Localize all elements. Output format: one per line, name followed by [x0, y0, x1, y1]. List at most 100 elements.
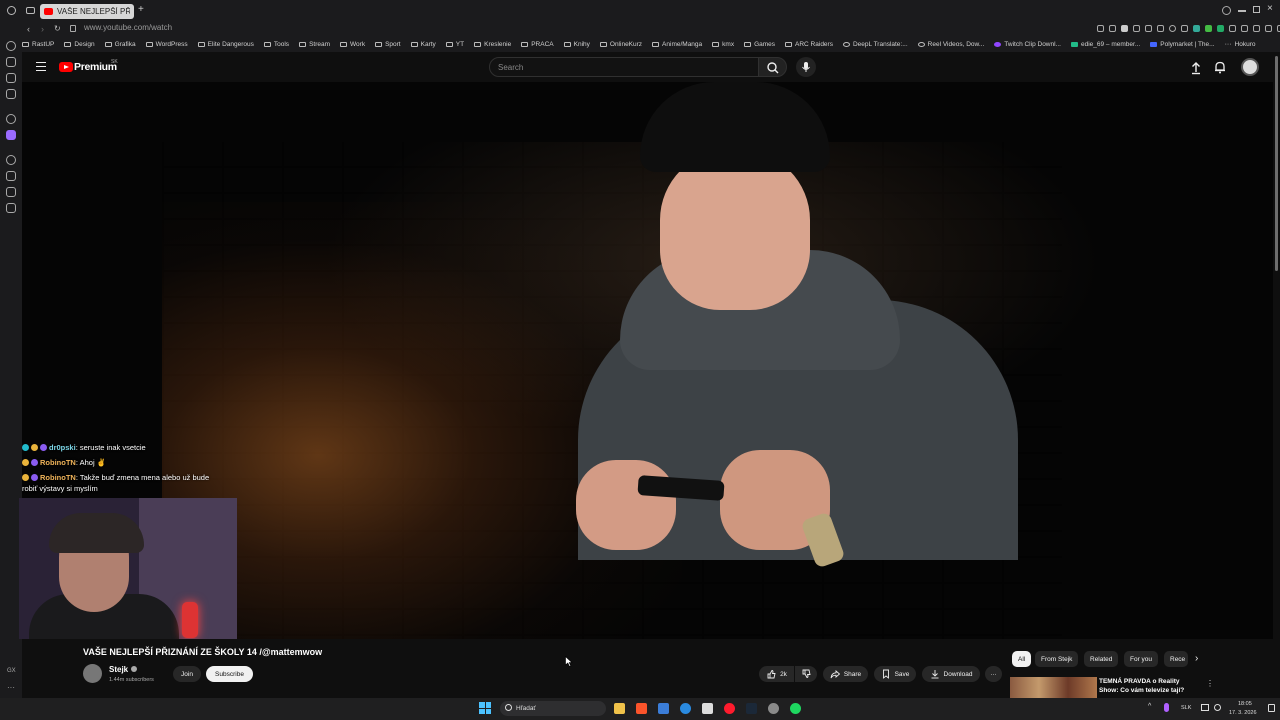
- clock-time[interactable]: 18:05: [1238, 701, 1252, 707]
- app-icon[interactable]: [680, 703, 691, 714]
- like-button[interactable]: 2k: [759, 666, 794, 682]
- site-info-icon[interactable]: [70, 25, 76, 32]
- sidebar-gx-icon[interactable]: GX: [7, 668, 16, 674]
- bookmark-item[interactable]: PRACA: [521, 41, 554, 48]
- brave-browser-icon[interactable]: [636, 703, 647, 714]
- downloads-icon[interactable]: [1265, 25, 1272, 32]
- chip-recent[interactable]: Rece: [1164, 651, 1188, 667]
- play-icon[interactable]: [1157, 25, 1164, 32]
- share-button[interactable]: Share: [823, 666, 868, 682]
- chip-all[interactable]: All: [1012, 651, 1032, 667]
- menu-icon[interactable]: [36, 62, 46, 71]
- extension-icon[interactable]: [1205, 25, 1212, 32]
- app-icon[interactable]: [658, 703, 669, 714]
- extension-icon[interactable]: [1145, 25, 1152, 32]
- bookmark-item[interactable]: Grafika: [104, 41, 136, 48]
- tray-overflow-icon[interactable]: ^: [1148, 703, 1151, 710]
- calendar-icon[interactable]: [702, 703, 713, 714]
- sidebar-app-icon[interactable]: [6, 73, 16, 83]
- opera-gx-icon[interactable]: [724, 703, 735, 714]
- spotify-icon[interactable]: [790, 703, 801, 714]
- bookmark-item[interactable]: Work: [340, 41, 365, 48]
- chip-related[interactable]: Related: [1084, 651, 1119, 667]
- save-button[interactable]: Save: [874, 666, 916, 682]
- heart-icon[interactable]: [1169, 25, 1176, 32]
- extension-icon[interactable]: [1229, 25, 1236, 32]
- tab-youtube[interactable]: VAŠE NEJLEPŠÍ PŘIZNÁNÍ: [40, 4, 134, 19]
- reload-icon[interactable]: ↻: [54, 24, 61, 33]
- volume-icon[interactable]: [1214, 704, 1221, 711]
- subscribe-button[interactable]: Subscribe: [206, 666, 253, 682]
- bookmark-item[interactable]: Tools: [263, 41, 289, 48]
- bookmark-item[interactable]: Knihy: [563, 41, 590, 48]
- bookmark-item[interactable]: WordPress: [145, 41, 188, 48]
- search-button[interactable]: [758, 57, 787, 77]
- extension-icon[interactable]: [1097, 25, 1104, 32]
- bookmark-item[interactable]: ··· Hokuro: [1225, 41, 1256, 48]
- maximize-icon[interactable]: [1253, 6, 1260, 13]
- bookmark-item[interactable]: RastUP: [22, 41, 54, 48]
- channel-avatar[interactable]: [83, 664, 102, 683]
- extension-icon[interactable]: [1181, 25, 1188, 32]
- sidebar-home-icon[interactable]: [6, 41, 16, 51]
- file-explorer-icon[interactable]: [614, 703, 625, 714]
- bookmark-item[interactable]: ARC Raiders: [785, 41, 833, 48]
- sidebar-app-icon[interactable]: [6, 57, 16, 67]
- sidebar-app-icon[interactable]: [6, 203, 16, 213]
- close-icon[interactable]: ×: [1267, 3, 1273, 14]
- tray-mic-icon[interactable]: [1164, 703, 1169, 712]
- more-actions-button[interactable]: ···: [985, 666, 1002, 682]
- download-button[interactable]: Download: [922, 666, 980, 682]
- bookmark-item[interactable]: Kreslenie: [474, 41, 511, 48]
- language-indicator[interactable]: SLK: [1181, 705, 1191, 711]
- back-icon[interactable]: ‹: [27, 24, 30, 34]
- chevron-right-icon[interactable]: ›: [1195, 653, 1198, 664]
- bookmark-item[interactable]: DeepL Translate:...: [842, 41, 908, 48]
- bookmark-item[interactable]: kmx: [712, 41, 734, 48]
- create-button[interactable]: [1189, 61, 1203, 75]
- chip-for-you[interactable]: For you: [1124, 651, 1159, 667]
- sidebar-app-icon[interactable]: [6, 171, 16, 181]
- tab-menu-icon[interactable]: [26, 7, 35, 14]
- extension-icon[interactable]: [1217, 25, 1224, 32]
- sidebar-app-icon[interactable]: [6, 89, 16, 99]
- sidebar-more-icon[interactable]: ···: [7, 683, 15, 692]
- scrollbar-thumb[interactable]: [1275, 56, 1278, 271]
- bookmark-item[interactable]: Sport: [375, 41, 401, 48]
- bookmark-item[interactable]: Elite Dangerous: [197, 41, 254, 48]
- url-field[interactable]: www.youtube.com/watch: [84, 23, 172, 32]
- forward-icon[interactable]: ›: [41, 24, 44, 34]
- new-tab-button[interactable]: +: [138, 4, 144, 15]
- bookmark-item[interactable]: edie_69 – member...: [1070, 41, 1140, 48]
- translate-icon[interactable]: [1133, 25, 1140, 32]
- bookmark-item[interactable]: Anime/Manga: [652, 41, 702, 48]
- minimize-icon[interactable]: [1238, 10, 1246, 12]
- extension-icon[interactable]: [1193, 25, 1200, 32]
- suggested-video-title[interactable]: TEMNÁ PRAVDA o Reality Show: Co vám tele…: [1099, 677, 1199, 695]
- join-button[interactable]: Join: [173, 666, 201, 682]
- bookmark-item[interactable]: Polymarket | The...: [1150, 41, 1215, 48]
- browser-logo-icon[interactable]: [7, 6, 16, 15]
- notifications-button[interactable]: [1213, 60, 1227, 74]
- bookmark-item[interactable]: OnlineKurz: [599, 41, 642, 48]
- windows-start-icon[interactable]: [479, 702, 491, 714]
- extension-icon[interactable]: [1253, 25, 1260, 32]
- bookmark-item[interactable]: Stream: [299, 41, 330, 48]
- kebab-menu-icon[interactable]: ⋮: [1206, 679, 1214, 688]
- bookmark-item[interactable]: Games: [744, 41, 775, 48]
- youtube-logo-icon[interactable]: [59, 62, 73, 72]
- shield-icon[interactable]: [1121, 25, 1128, 32]
- search-tabs-icon[interactable]: [1222, 6, 1231, 15]
- channel-name[interactable]: Stejk: [109, 665, 138, 674]
- clock-date[interactable]: 17. 3. 2026: [1229, 710, 1257, 716]
- voice-search-button[interactable]: [796, 57, 816, 77]
- bookmark-item[interactable]: Design: [64, 41, 95, 48]
- bookmark-item[interactable]: Twitch Clip Downl...: [994, 41, 1061, 48]
- dislike-button[interactable]: [795, 666, 817, 682]
- sidebar-play-icon[interactable]: [6, 155, 16, 165]
- notification-center-icon[interactable]: [1268, 704, 1275, 712]
- bookmark-item[interactable]: Karty: [410, 41, 436, 48]
- chip-from-channel[interactable]: From Stejk: [1035, 651, 1079, 667]
- bookmark-item[interactable]: Reel Videos, Dow...: [917, 41, 984, 48]
- account-avatar[interactable]: [1241, 58, 1259, 76]
